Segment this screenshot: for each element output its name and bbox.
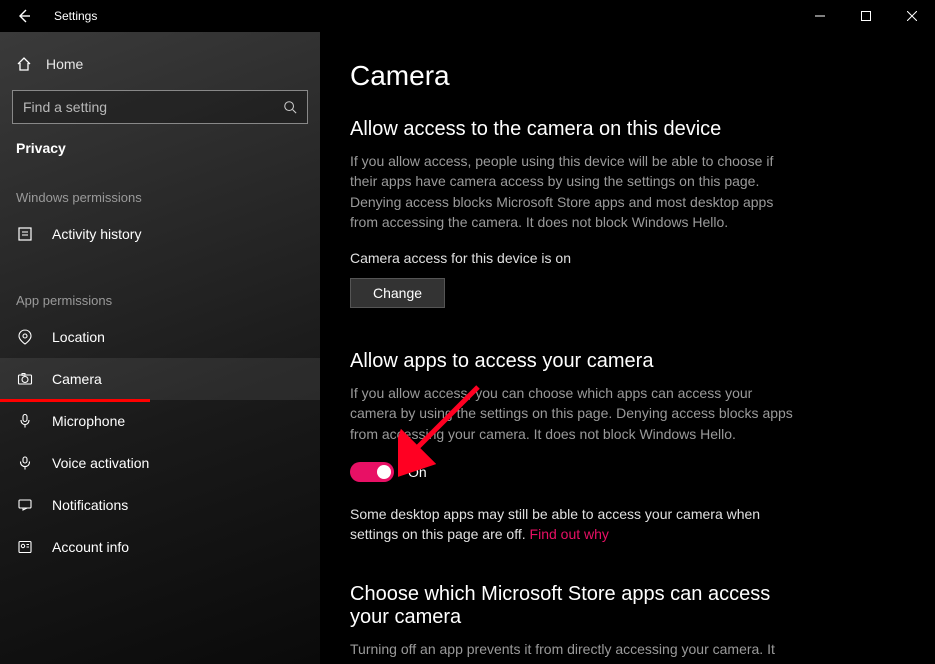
maximize-button[interactable] — [843, 0, 889, 32]
section1-body: If you allow access, people using this d… — [350, 151, 800, 232]
search-input-wrapper[interactable] — [12, 90, 308, 124]
sidebar-item-activity-history[interactable]: Activity history — [0, 213, 320, 255]
sidebar-item-account-info[interactable]: Account info — [0, 526, 320, 568]
window-controls — [797, 0, 935, 32]
search-icon — [283, 100, 297, 114]
minimize-button[interactable] — [797, 0, 843, 32]
voice-activation-icon — [16, 455, 34, 471]
section1-heading: Allow access to the camera on this devic… — [350, 118, 895, 141]
titlebar-label: Settings — [48, 9, 97, 23]
back-button[interactable] — [0, 0, 48, 32]
toggle-state-label: On — [408, 464, 427, 480]
sidebar-item-label: Camera — [52, 371, 102, 387]
sidebar-item-label: Activity history — [52, 226, 141, 242]
notifications-icon — [16, 497, 34, 513]
sidebar-item-location[interactable]: Location — [0, 316, 320, 358]
sidebar-category: Privacy — [0, 138, 320, 180]
sidebar-item-camera[interactable]: Camera — [0, 358, 320, 400]
sidebar-item-home[interactable]: Home — [0, 46, 320, 82]
sidebar: Home Privacy Windows permissions Activit… — [0, 32, 320, 664]
home-icon — [16, 56, 32, 72]
section3-heading: Choose which Microsoft Store apps can ac… — [350, 583, 800, 629]
sidebar-item-voice-activation[interactable]: Voice activation — [0, 442, 320, 484]
camera-access-status: Camera access for this device is on — [350, 250, 895, 266]
page-title: Camera — [350, 60, 895, 92]
location-icon — [16, 329, 34, 345]
sidebar-item-label: Location — [52, 329, 105, 345]
toggle-knob — [377, 465, 391, 479]
change-button[interactable]: Change — [350, 278, 445, 308]
search-input[interactable] — [23, 99, 283, 115]
sidebar-item-microphone[interactable]: Microphone — [0, 400, 320, 442]
find-out-why-link[interactable]: Find out why — [530, 526, 609, 542]
title-bar: Settings — [0, 0, 935, 32]
microphone-icon — [16, 413, 34, 429]
content-pane: Camera Allow access to the camera on thi… — [320, 32, 935, 664]
sidebar-item-notifications[interactable]: Notifications — [0, 484, 320, 526]
history-icon — [16, 226, 34, 242]
sidebar-item-label: Notifications — [52, 497, 128, 513]
sidebar-item-label: Microphone — [52, 413, 125, 429]
section2-body: If you allow access, you can choose whic… — [350, 383, 800, 444]
sidebar-item-label: Home — [46, 56, 83, 72]
section3-body: Turning off an app prevents it from dire… — [350, 639, 800, 659]
section2-note: Some desktop apps may still be able to a… — [350, 504, 800, 545]
sidebar-item-label: Voice activation — [52, 455, 149, 471]
close-button[interactable] — [889, 0, 935, 32]
sidebar-item-label: Account info — [52, 539, 129, 555]
account-info-icon — [16, 539, 34, 555]
section2-heading: Allow apps to access your camera — [350, 350, 895, 373]
allow-apps-toggle[interactable] — [350, 462, 394, 482]
sidebar-section-app-perms: App permissions — [0, 283, 320, 316]
camera-icon — [16, 371, 34, 387]
sidebar-section-windows-perms: Windows permissions — [0, 180, 320, 213]
